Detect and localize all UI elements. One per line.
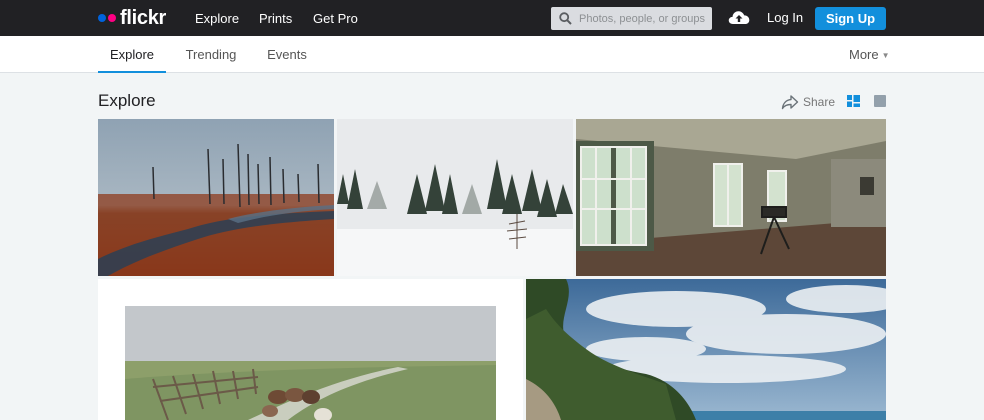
- photo-abandoned-room-image: [576, 119, 886, 276]
- nav-get-pro-label[interactable]: Get Pro: [313, 11, 358, 26]
- photo-sheep-field-image: [98, 279, 523, 420]
- photo-sheep-field[interactable]: [98, 279, 523, 420]
- explore-subnav: Explore Trending Events More ▼: [0, 36, 984, 73]
- search-icon[interactable]: [559, 12, 572, 25]
- nav-prints-label[interactable]: Prints: [259, 11, 292, 26]
- caret-down-icon: ▼: [881, 51, 890, 60]
- tab-explore[interactable]: Explore: [98, 36, 166, 73]
- logo-text: flickr: [120, 6, 167, 29]
- justified-view-icon[interactable]: [847, 95, 860, 107]
- flickr-logo[interactable]: flickr: [98, 7, 166, 29]
- more-menu[interactable]: More ▼: [849, 36, 890, 73]
- search-input[interactable]: [579, 7, 707, 30]
- photo-foggy-marsh[interactable]: [98, 119, 334, 276]
- top-navigation-bar: flickr Explore Prints Get Pro Log In Sig…: [0, 0, 984, 36]
- share-icon: [781, 95, 799, 110]
- more-label[interactable]: More: [849, 47, 879, 62]
- page-title: Explore: [98, 91, 156, 110]
- tab-trending[interactable]: Trending: [185, 36, 237, 73]
- signup-button[interactable]: Sign Up: [815, 7, 886, 30]
- login-link[interactable]: Log In: [767, 0, 803, 36]
- photo-coastal-cliff[interactable]: [526, 279, 886, 420]
- nav-prints-link[interactable]: Prints: [259, 0, 292, 36]
- share-label: Share: [803, 95, 836, 109]
- tab-events[interactable]: Events: [266, 36, 308, 73]
- logo-blue-dot: [98, 14, 106, 22]
- photo-foggy-marsh-image: [98, 119, 334, 276]
- nav-explore-link[interactable]: Explore: [195, 0, 239, 36]
- logo-pink-dot: [108, 14, 116, 22]
- nav-get-pro-link[interactable]: Get Pro: [313, 0, 358, 36]
- nav-explore-label[interactable]: Explore: [195, 11, 239, 26]
- photo-abandoned-room[interactable]: [576, 119, 886, 276]
- share-button[interactable]: Share: [781, 93, 835, 111]
- single-view-icon[interactable]: [874, 95, 886, 107]
- photo-misty-forest[interactable]: [337, 119, 573, 276]
- cloud-upload-icon[interactable]: [728, 8, 750, 26]
- photo-coastal-cliff-image: [526, 279, 886, 420]
- search-box[interactable]: [551, 7, 712, 30]
- photo-misty-forest-image: [337, 119, 573, 276]
